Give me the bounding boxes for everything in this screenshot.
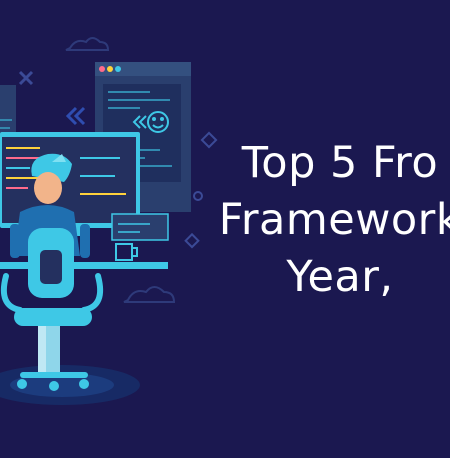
x-mark-icon xyxy=(18,70,34,86)
headline: Top 5 Fro Framework Year, xyxy=(190,135,450,306)
chevron-left-icon xyxy=(65,106,86,126)
headline-line-2: Framework xyxy=(218,195,450,245)
headline-line-3: Year, xyxy=(286,252,394,302)
headline-line-1: Top 5 Fro xyxy=(241,138,439,188)
coffee-mug-icon xyxy=(115,243,138,261)
